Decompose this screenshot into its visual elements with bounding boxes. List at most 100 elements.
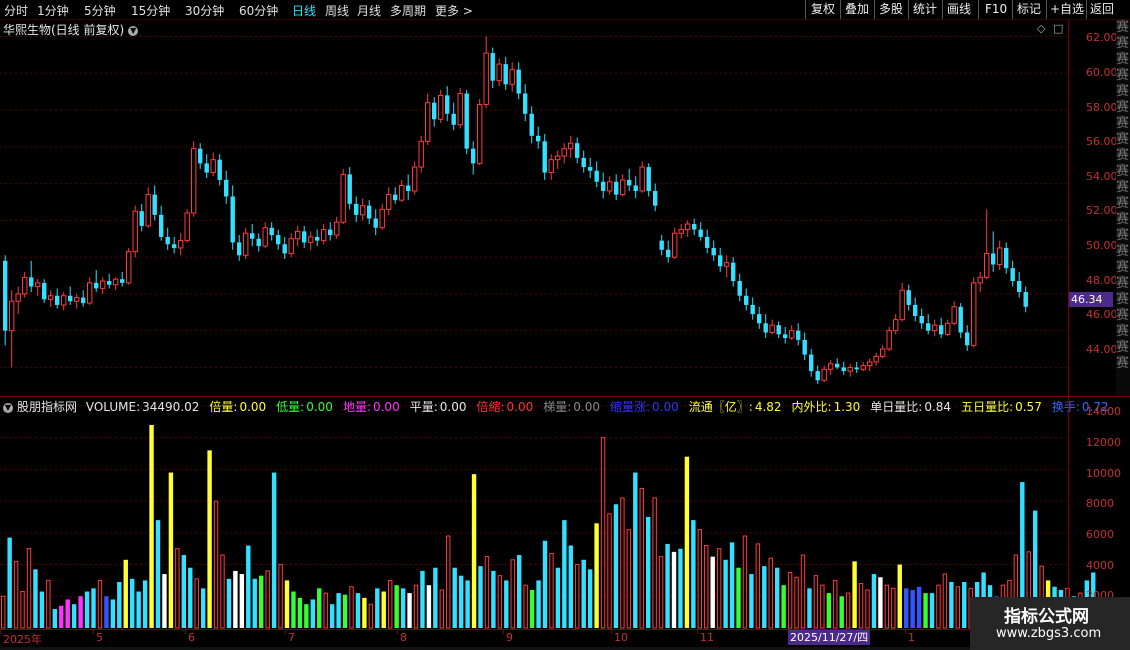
- volume-bar: [787, 571, 793, 629]
- volume-bar: [929, 593, 935, 628]
- candle-body: [1004, 247, 1009, 269]
- indicator-item: 内外比: 1.30: [792, 400, 866, 414]
- candle-body: [984, 252, 990, 278]
- candle-body: [477, 104, 483, 164]
- volume-bar: [891, 587, 896, 629]
- candle-body: [737, 281, 742, 296]
- candle-body: [308, 236, 314, 243]
- candle-body: [899, 289, 905, 321]
- indicator-item-label: 流通〖亿〗:: [688, 400, 753, 414]
- indicator-item-label: 缩量涨:: [610, 400, 651, 414]
- volume-bar: [317, 588, 322, 628]
- volume-bar: [904, 588, 909, 628]
- indicator-item: 平量: 0.00: [410, 400, 472, 414]
- candle-body: [451, 113, 456, 125]
- candle-body: [360, 205, 366, 216]
- volume-bar: [826, 593, 831, 628]
- candle-body: [35, 282, 41, 288]
- volume-bar: [458, 575, 464, 628]
- candle-body: [750, 304, 755, 315]
- candle-body: [744, 295, 749, 305]
- volume-bar: [852, 561, 857, 628]
- volume-bar: [665, 543, 670, 628]
- indicator-item-label: 五日量比:: [961, 400, 1014, 414]
- volume-bar: [91, 588, 96, 628]
- volume-bar: [407, 593, 412, 628]
- site-logo: 指标公式网 www.zbgs3.com: [970, 597, 1130, 650]
- crosshair-date-tag: 2025/11/27/四: [788, 630, 871, 645]
- volume-bar: [394, 585, 399, 628]
- volume-bar: [329, 604, 335, 628]
- volume-bar: [504, 580, 509, 628]
- volume-bar: [510, 559, 515, 629]
- date-tick-mark: [697, 629, 698, 634]
- chevron-down-icon[interactable]: ▼: [3, 402, 13, 413]
- candle-body: [178, 240, 184, 249]
- volume-bar: [536, 580, 541, 628]
- volume-bar: [381, 591, 386, 628]
- candle-body: [282, 244, 287, 254]
- volume-bar: [349, 586, 354, 629]
- indicator-item-label: 内外比:: [791, 400, 832, 414]
- kline-chart[interactable]: [0, 0, 1130, 650]
- candle-body: [367, 205, 372, 219]
- candle-body: [646, 167, 651, 191]
- candle-body: [548, 159, 554, 174]
- volume-bar: [529, 589, 535, 628]
- volume-bar: [265, 570, 270, 629]
- volume-bar: [684, 456, 690, 628]
- candle-body: [614, 181, 619, 195]
- volume-bar: [878, 577, 883, 628]
- volume-bar: [52, 608, 57, 628]
- candle-body: [958, 306, 963, 333]
- candle-body: [61, 295, 67, 306]
- indicator-name[interactable]: 股朋指标网: [17, 400, 77, 414]
- candle-body: [321, 229, 327, 242]
- panel-divider[interactable]: [0, 396, 1130, 397]
- candle-body: [776, 325, 781, 335]
- candle-body: [711, 247, 716, 256]
- candle-body: [145, 194, 151, 227]
- candle-body: [796, 330, 801, 340]
- indicator-item-label: 平量:: [409, 400, 438, 414]
- volume-bar: [130, 578, 135, 628]
- candle-body: [347, 174, 352, 204]
- volume-bar: [781, 585, 786, 628]
- volume-bar: [149, 424, 154, 628]
- candle-body: [509, 69, 515, 85]
- indicator-item-value: 0.57: [1015, 400, 1042, 414]
- candle-body: [873, 355, 879, 363]
- candle-body: [620, 179, 626, 196]
- candle-body: [204, 163, 209, 173]
- volume-bar: [233, 570, 238, 628]
- indicator-item-value: 0.00: [239, 400, 267, 414]
- indicator-item-value: 0.84: [924, 400, 952, 414]
- volume-axis-line: [1068, 397, 1069, 629]
- candle-body: [224, 179, 229, 197]
- volume-bar: [575, 564, 580, 629]
- candle-body: [841, 367, 846, 372]
- volume-bar: [110, 599, 116, 628]
- candle-body: [893, 319, 899, 332]
- candle-body: [152, 194, 157, 215]
- volume-bar: [845, 592, 851, 629]
- volume-bar: [723, 559, 728, 628]
- candle-body: [815, 371, 820, 381]
- volume-bar: [755, 543, 761, 629]
- price-tick: 54.00: [1086, 170, 1118, 183]
- volume-bar: [142, 580, 148, 628]
- candle-body: [939, 325, 944, 335]
- side-info-strip[interactable]: 赛赛赛赛赛赛赛赛赛赛赛赛赛赛赛赛赛赛赛赛赛赛: [1116, 20, 1130, 396]
- date-tick: 2025年: [3, 633, 42, 646]
- candle-body: [685, 223, 691, 231]
- candle-body: [561, 148, 567, 157]
- volume-bar: [607, 513, 612, 629]
- candle-body: [406, 185, 411, 191]
- volume-bar: [33, 569, 38, 628]
- candle-body: [821, 368, 827, 381]
- candle-body: [965, 332, 970, 346]
- volume-bar: [226, 578, 232, 628]
- volume-bar: [194, 578, 199, 629]
- price-tick: 58.00: [1086, 101, 1118, 114]
- volume-bar: [542, 540, 548, 628]
